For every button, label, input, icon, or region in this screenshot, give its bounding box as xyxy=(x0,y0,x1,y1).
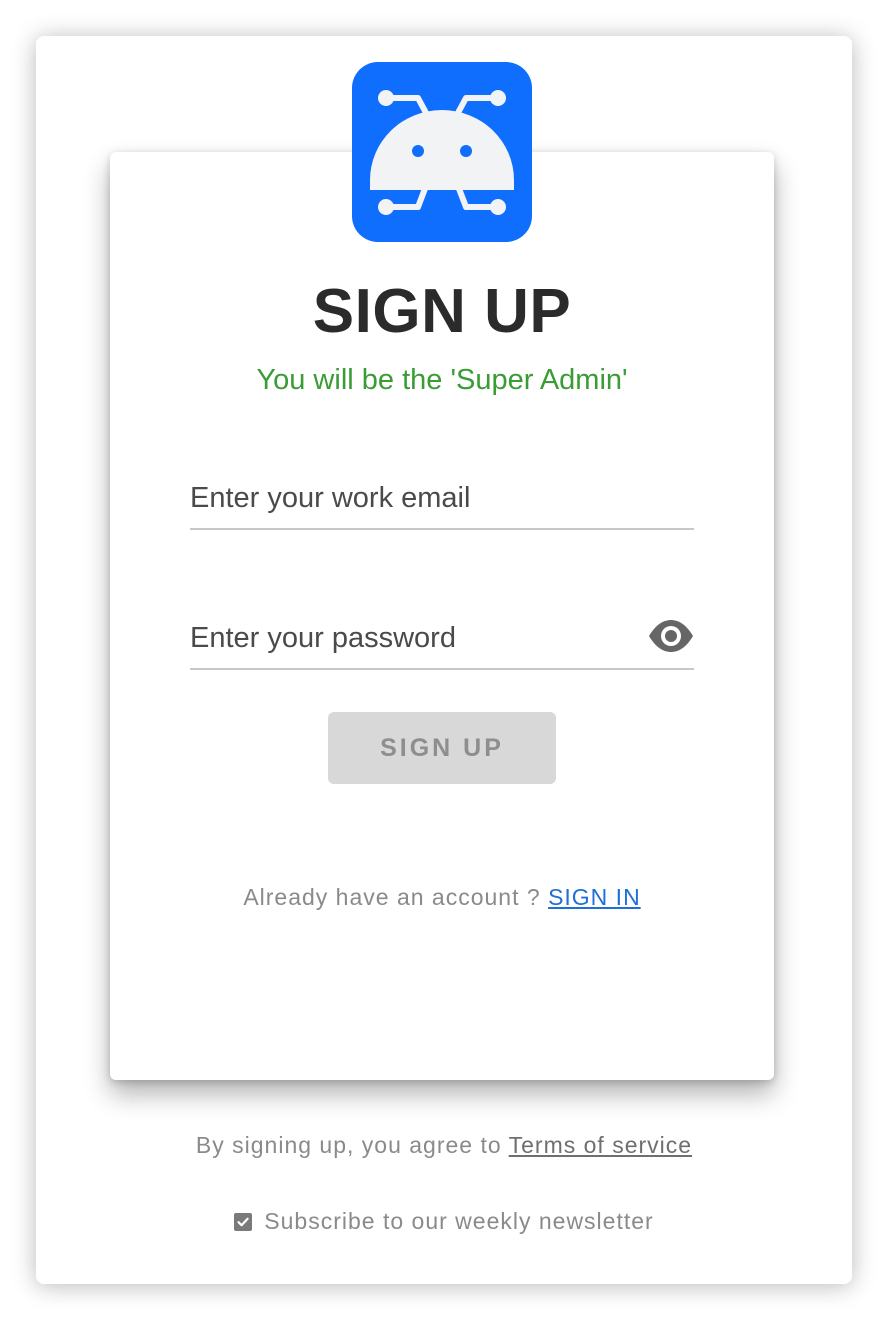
signin-prompt-text: Already have an account ? xyxy=(243,884,549,910)
signup-button[interactable]: SIGN UP xyxy=(328,712,556,784)
terms-of-service-link[interactable]: Terms of service xyxy=(509,1132,692,1158)
newsletter-checkbox[interactable] xyxy=(234,1213,253,1231)
bug-robot-logo-icon xyxy=(370,90,514,215)
page-title: SIGN UP xyxy=(312,277,572,346)
check-icon xyxy=(237,1217,249,1227)
email-input[interactable] xyxy=(190,476,630,520)
page-subtitle: You will be the 'Super Admin' xyxy=(256,364,628,396)
newsletter-option: Subscribe to our weekly newsletter xyxy=(36,1208,852,1235)
terms-text: By signing up, you agree to xyxy=(195,1132,509,1158)
app-logo xyxy=(352,62,532,242)
password-field xyxy=(190,608,694,670)
email-field xyxy=(190,468,694,530)
newsletter-label: Subscribe to our weekly newsletter xyxy=(264,1208,654,1234)
password-input[interactable] xyxy=(190,616,630,660)
terms-notice: By signing up, you agree to Terms of ser… xyxy=(36,1132,852,1159)
eye-icon[interactable] xyxy=(648,618,694,654)
signin-prompt: Already have an account ? SIGN IN xyxy=(110,884,774,911)
signin-link[interactable]: SIGN IN xyxy=(548,884,641,910)
